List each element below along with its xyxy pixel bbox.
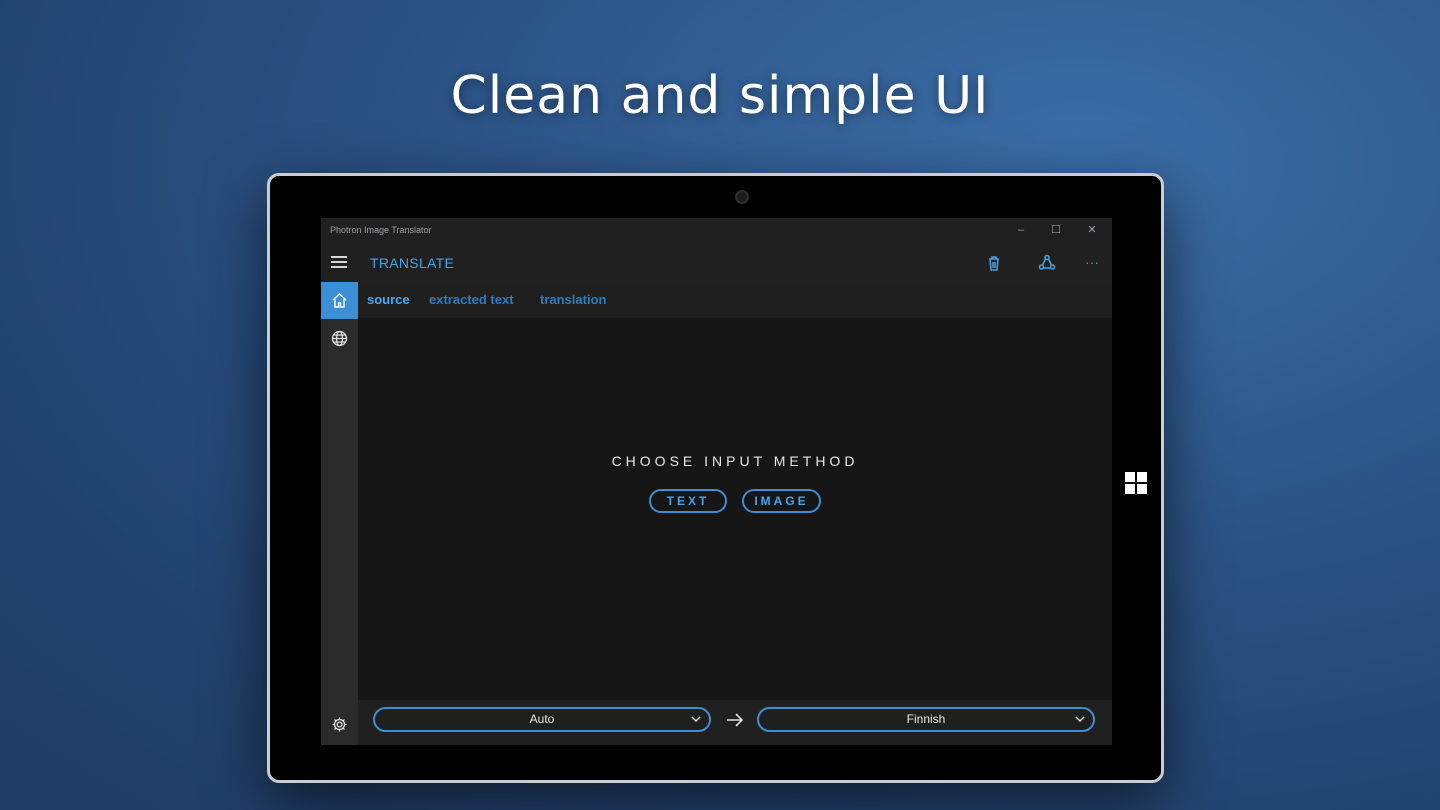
choose-input-heading: CHOOSE INPUT METHOD	[611, 453, 859, 469]
page-title: TRANSLATE	[370, 255, 455, 271]
home-icon	[332, 293, 347, 308]
share-icon[interactable]	[1037, 253, 1057, 273]
tab-bar: source extracted text translation	[358, 282, 1112, 318]
tab-source[interactable]: source	[367, 292, 410, 307]
chevron-down-icon	[691, 716, 701, 722]
nav-rail	[321, 282, 358, 745]
nav-item-globe[interactable]	[321, 320, 358, 357]
source-language-select[interactable]: Auto	[373, 707, 711, 732]
source-language-value: Auto	[529, 712, 555, 726]
app-header: TRANSLATE ···	[321, 244, 1112, 282]
chevron-down-icon	[1075, 716, 1085, 722]
tab-translation[interactable]: translation	[540, 292, 606, 307]
target-language-select[interactable]: Finnish	[757, 707, 1095, 732]
text-input-button[interactable]: TEXT	[649, 489, 727, 513]
language-bar: Auto Finnish	[358, 700, 1112, 745]
title-bar: Photron Image Translator – ☐ ✕	[321, 218, 1112, 244]
menu-icon[interactable]	[331, 256, 347, 269]
trash-icon[interactable]	[984, 253, 1004, 273]
tab-extracted-text[interactable]: extracted text	[429, 292, 514, 307]
target-language-value: Finnish	[906, 712, 946, 726]
tablet-frame: Photron Image Translator – ☐ ✕ TRANSLATE…	[267, 173, 1164, 783]
image-input-button[interactable]: IMAGE	[742, 489, 821, 513]
windows-logo-icon[interactable]	[1125, 472, 1147, 494]
close-button[interactable]: ✕	[1082, 222, 1102, 238]
nav-item-settings[interactable]	[321, 706, 358, 743]
maximize-button[interactable]: ☐	[1046, 222, 1066, 238]
more-icon[interactable]: ···	[1082, 253, 1102, 273]
window-title: Photron Image Translator	[330, 225, 432, 235]
nav-item-home[interactable]	[321, 282, 358, 319]
main-content: CHOOSE INPUT METHOD TEXT IMAGE	[358, 318, 1112, 700]
globe-icon	[331, 330, 348, 347]
settings-icon	[332, 717, 347, 732]
camera-icon	[735, 190, 749, 204]
minimize-button[interactable]: –	[1011, 222, 1031, 238]
app-window: Photron Image Translator – ☐ ✕ TRANSLATE…	[321, 218, 1112, 745]
arrow-right-icon	[727, 713, 744, 727]
headline: Clean and simple UI	[450, 66, 990, 126]
